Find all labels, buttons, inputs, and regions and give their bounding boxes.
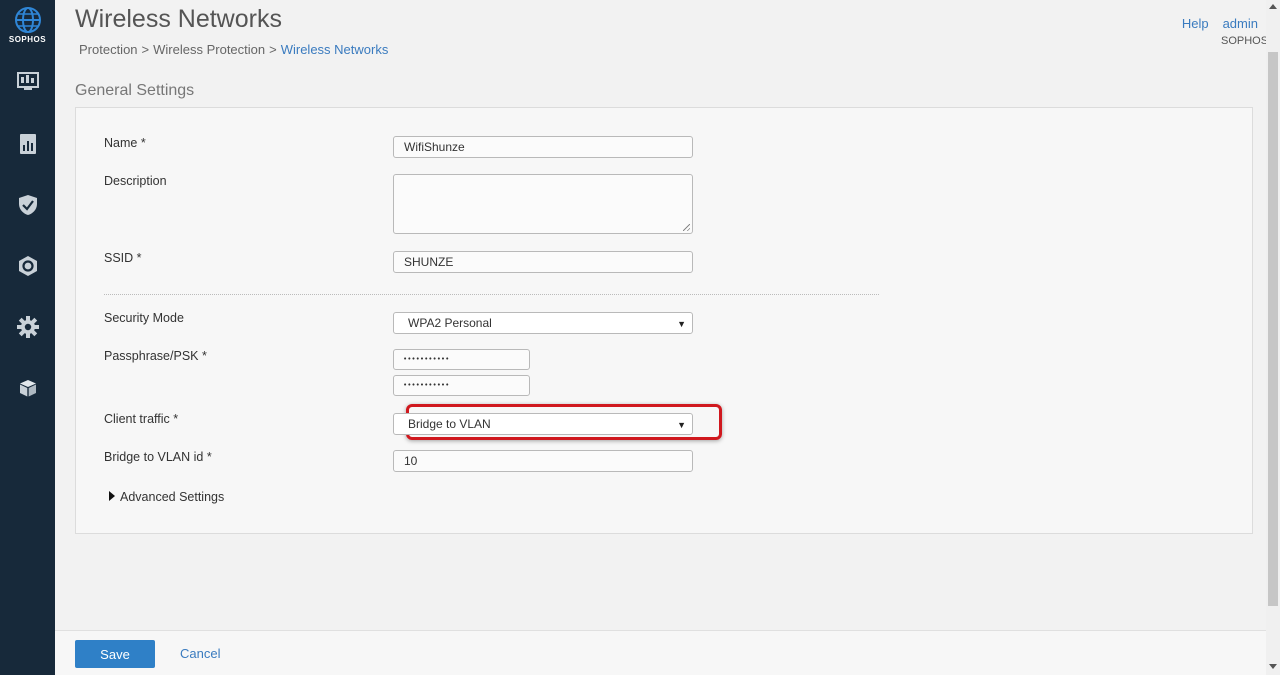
- shield-icon: [18, 195, 37, 215]
- sidebar-item-packages[interactable]: [0, 368, 55, 408]
- dropdown-arrow-icon: ▼: [677, 319, 686, 329]
- description-textarea[interactable]: [393, 174, 693, 234]
- name-label: Name *: [104, 136, 146, 150]
- client-traffic-select[interactable]: Bridge to VLAN ▼: [393, 413, 693, 435]
- vlan-id-input[interactable]: 10: [393, 450, 693, 472]
- breadcrumb-item-wireless-protection[interactable]: Wireless Protection: [153, 42, 265, 57]
- scroll-thumb[interactable]: [1268, 52, 1278, 606]
- section-divider: [104, 294, 879, 295]
- footer-bar: Save Cancel: [55, 630, 1266, 675]
- box-icon: [19, 380, 36, 397]
- name-input[interactable]: WifiShunze: [393, 136, 693, 158]
- page-title: Wireless Networks: [75, 5, 282, 33]
- company-name: SOPHOS: [1221, 35, 1269, 47]
- help-link[interactable]: Help: [1182, 16, 1209, 31]
- sidebar-item-system[interactable]: [0, 307, 55, 347]
- resize-grip-icon[interactable]: [683, 224, 690, 231]
- breadcrumb: Protection > Wireless Protection > Wireless …: [79, 42, 388, 57]
- scroll-down-arrow-icon[interactable]: [1269, 664, 1277, 669]
- breadcrumb-item-protection[interactable]: Protection: [79, 42, 138, 57]
- security-mode-value: WPA2 Personal: [408, 316, 492, 330]
- sophos-logo[interactable]: SOPHOS: [0, 6, 55, 44]
- ssid-label: SSID *: [104, 251, 142, 265]
- general-settings-panel: Name * WifiShunze Description SSID * SHU…: [75, 107, 1253, 534]
- expand-triangle-icon: [109, 491, 115, 501]
- monitor-icon: [16, 72, 39, 90]
- breadcrumb-separator: >: [269, 42, 277, 57]
- user-menu-link[interactable]: admin: [1223, 16, 1258, 31]
- protect-icon: [18, 256, 37, 276]
- passphrase-input[interactable]: •••••••••••: [393, 349, 530, 370]
- sidebar-item-monitor[interactable]: [0, 62, 55, 102]
- security-mode-label: Security Mode: [104, 311, 184, 325]
- globe-icon: [14, 7, 41, 33]
- sidebar-item-reports[interactable]: [0, 124, 55, 164]
- sidebar: SOPHOS: [0, 0, 55, 675]
- cancel-button[interactable]: Cancel: [180, 646, 220, 661]
- breadcrumb-separator: >: [141, 42, 150, 57]
- save-button[interactable]: Save: [75, 640, 155, 668]
- scroll-up-arrow-icon[interactable]: [1269, 4, 1277, 9]
- gear-icon: [16, 316, 39, 338]
- logo-text: SOPHOS: [8, 35, 47, 44]
- dropdown-arrow-icon: ▼: [677, 420, 686, 430]
- passphrase-label: Passphrase/PSK *: [104, 349, 207, 363]
- section-title: General Settings: [75, 82, 195, 99]
- sidebar-item-protection[interactable]: [0, 185, 55, 225]
- advanced-settings-toggle[interactable]: Advanced Settings: [109, 490, 224, 504]
- description-label: Description: [104, 174, 167, 188]
- breadcrumb-item-wireless-networks: Wireless Networks: [280, 42, 389, 57]
- sidebar-item-configure[interactable]: [0, 246, 55, 286]
- advanced-settings-label: Advanced Settings: [120, 490, 225, 504]
- client-traffic-label: Client traffic *: [104, 412, 179, 426]
- passphrase-confirm-input[interactable]: •••••••••••: [393, 375, 530, 396]
- reports-icon: [19, 134, 36, 154]
- security-mode-select[interactable]: WPA2 Personal ▼: [393, 312, 693, 334]
- vlan-id-label: Bridge to VLAN id *: [104, 450, 212, 464]
- vertical-scrollbar[interactable]: [1266, 0, 1280, 675]
- ssid-input[interactable]: SHUNZE: [393, 251, 693, 273]
- main-content: Wireless Networks Protection > Wireless Pr…: [55, 0, 1269, 630]
- client-traffic-value: Bridge to VLAN: [408, 417, 491, 431]
- top-links: Help admin: [1168, 16, 1258, 31]
